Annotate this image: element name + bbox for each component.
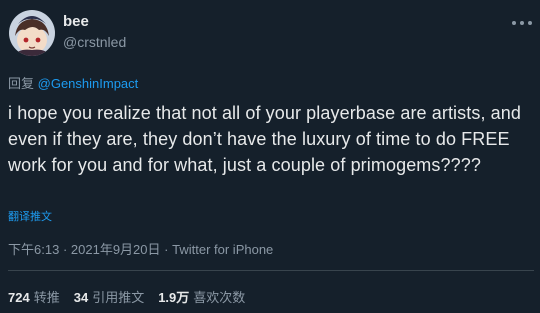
retweets-stat[interactable]: 724 转推 bbox=[8, 287, 60, 306]
avatar-image bbox=[9, 10, 55, 56]
tweet-time[interactable]: 下午6:13 bbox=[8, 242, 59, 257]
meta-separator: · bbox=[164, 242, 169, 257]
more-dot-icon bbox=[512, 21, 516, 25]
author-handle[interactable]: @crstnled bbox=[63, 34, 126, 50]
like-label: 喜欢次数 bbox=[193, 290, 246, 305]
translate-tweet-link[interactable]: 翻译推文 bbox=[8, 208, 52, 224]
retweet-count: 724 bbox=[8, 290, 30, 305]
tweet-text: i hope you realize that not all of your … bbox=[8, 103, 521, 175]
more-dot-icon bbox=[528, 21, 532, 25]
divider bbox=[8, 270, 534, 271]
retweet-label: 转推 bbox=[33, 290, 60, 305]
quote-label: 引用推文 bbox=[92, 290, 145, 305]
tweet-client[interactable]: Twitter for iPhone bbox=[172, 242, 273, 257]
reply-context: 回复 @GenshinImpact bbox=[8, 73, 138, 92]
author-name[interactable]: bee bbox=[63, 13, 89, 30]
tweet-date[interactable]: 2021年9月20日 bbox=[71, 242, 161, 257]
more-dot-icon bbox=[520, 21, 524, 25]
quotes-stat[interactable]: 34 引用推文 bbox=[74, 287, 144, 306]
reply-prefix: 回复 bbox=[8, 76, 35, 91]
like-count: 1.9万 bbox=[158, 290, 190, 305]
likes-stat[interactable]: 1.9万 喜欢次数 bbox=[158, 287, 245, 306]
reply-mention-link[interactable]: @GenshinImpact bbox=[38, 76, 139, 91]
quote-count: 34 bbox=[73, 290, 89, 305]
avatar[interactable] bbox=[9, 10, 55, 56]
meta-separator: · bbox=[62, 242, 68, 257]
tweet-metadata: 下午6:13 · 2021年9月20日 · Twitter for iPhone bbox=[8, 239, 273, 258]
tweet-stats: 724 转推 34 引用推文 1.9万 喜欢次数 bbox=[8, 287, 245, 306]
more-options-button[interactable] bbox=[512, 15, 532, 31]
